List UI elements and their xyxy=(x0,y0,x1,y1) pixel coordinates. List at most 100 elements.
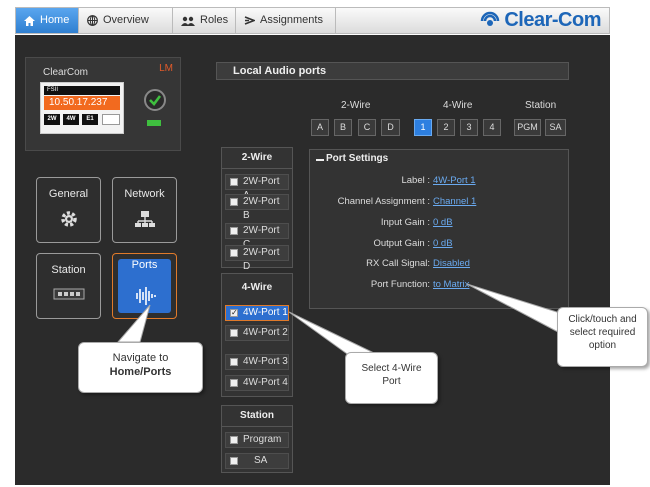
setting-value-link[interactable]: 4W-Port 1 xyxy=(433,175,476,186)
callout-select-4wire: Select 4-Wire Port xyxy=(345,352,438,404)
callout-click-touch-line2: select required xyxy=(569,327,636,338)
device-front-panel: FSII 10.50.17.237 2W 4W E1 xyxy=(40,82,124,134)
setting-value-link[interactable]: 0 dB xyxy=(433,238,453,249)
station-tile[interactable]: Station xyxy=(36,253,101,319)
port-settings-heading: Port Settings xyxy=(326,153,389,164)
port-item-2w-a[interactable]: 2W-Port A xyxy=(225,174,289,201)
four-wire-list-heading: 4-Wire xyxy=(241,282,273,293)
port-button-c[interactable]: C xyxy=(358,119,376,136)
device-ip: 10.50.17.237 xyxy=(44,96,120,110)
port-item-4w-4[interactable]: 4W-Port 4 xyxy=(225,375,289,391)
port-button-d[interactable]: D xyxy=(381,119,400,136)
device-button-2w: 2W xyxy=(44,114,60,125)
device-button-e1: E1 xyxy=(82,114,98,125)
station-list-heading: Station xyxy=(222,406,292,427)
port-button-b[interactable]: B xyxy=(334,119,352,136)
setting-key: Output Gain : xyxy=(373,238,430,249)
four-wire-port-list: 4-Wire ✓ 4W-Port 1 4W-Port 2 4W-Port 3 4W… xyxy=(221,273,293,397)
group-label-4wire: 4-Wire xyxy=(443,100,473,111)
port-button-pgm[interactable]: PGM xyxy=(514,119,541,136)
callout-navigate-line2: Home/Ports xyxy=(109,366,172,378)
setting-key: Port Function: xyxy=(370,279,430,290)
port-item-label: 4W-Port 1 xyxy=(243,307,288,318)
network-tile[interactable]: Network xyxy=(112,177,177,243)
port-button-2[interactable]: 2 xyxy=(437,119,455,136)
port-button-3[interactable]: 3 xyxy=(460,119,478,136)
port-item-program[interactable]: Program xyxy=(225,432,289,448)
callout-click-touch-line1: Click/touch and xyxy=(568,314,637,325)
general-tile-label: General xyxy=(48,188,89,200)
connection-plug-icon xyxy=(147,120,161,126)
setting-value-link[interactable]: to Matrix xyxy=(433,279,469,290)
port-item-label: SA xyxy=(254,455,268,466)
port-item-label: 4W-Port 2 xyxy=(243,327,288,338)
tab-overview[interactable]: Overview xyxy=(79,8,173,33)
ports-tile[interactable]: Ports xyxy=(112,253,177,319)
tab-home[interactable]: Home xyxy=(16,8,79,33)
checkbox-checked[interactable]: ✓ xyxy=(230,309,238,317)
checkbox[interactable] xyxy=(230,379,238,387)
tab-home-label: Home xyxy=(40,14,70,26)
setting-value-link[interactable]: Channel 1 xyxy=(433,196,476,207)
port-item-2w-b[interactable]: 2W-Port B xyxy=(225,194,289,221)
station-icon xyxy=(53,288,84,300)
port-button-1[interactable]: 1 xyxy=(414,119,432,136)
group-label-station: Station xyxy=(525,100,557,111)
tab-roles[interactable]: Roles xyxy=(173,8,236,33)
tab-roles-label: Roles xyxy=(200,14,229,26)
device-button-4w: 4W xyxy=(63,114,79,125)
status-check-icon xyxy=(144,89,166,111)
port-item-sa[interactable]: SA xyxy=(225,453,289,469)
setting-row-rx-call: RX Call Signal: Disabled xyxy=(310,258,570,272)
setting-row-label: Label :4W-Port 1 xyxy=(310,175,570,189)
port-item-2w-d[interactable]: 2W-Port D xyxy=(225,245,289,272)
tab-assignments-label: Assignments xyxy=(260,14,323,26)
top-nav: Home Overview Roles Assignments Clear-Co… xyxy=(15,7,610,34)
setting-row-port-function: Port Function: to Matrix xyxy=(310,279,570,293)
port-button-4[interactable]: 4 xyxy=(483,119,501,136)
two-wire-list-heading: 2-Wire xyxy=(222,148,292,169)
callout-navigate: Navigate to Home/Ports xyxy=(78,342,203,393)
checkbox[interactable] xyxy=(230,249,238,257)
brand-logo: Clear-Com xyxy=(479,8,601,33)
checkbox[interactable] xyxy=(230,227,238,235)
collapse-icon[interactable] xyxy=(316,156,324,164)
setting-row-input-gain: Input Gain :0 dB xyxy=(310,217,570,231)
port-item-label: Program xyxy=(243,434,282,445)
checkbox[interactable] xyxy=(230,436,238,444)
checkbox[interactable] xyxy=(230,198,238,206)
callout-navigate-line1: Navigate to xyxy=(112,352,169,364)
port-item-4w-2[interactable]: 4W-Port 2 xyxy=(225,325,289,341)
users-icon xyxy=(181,16,195,26)
brand-name: Clear-Com xyxy=(504,9,601,31)
setting-value-link[interactable]: 0 dB xyxy=(433,217,453,228)
port-button-a[interactable]: A xyxy=(311,119,329,136)
port-item-4w-3[interactable]: 4W-Port 3 xyxy=(225,354,289,370)
device-card[interactable]: ClearCom LM FSII 10.50.17.237 2W 4W E1 xyxy=(25,57,181,151)
globe-icon xyxy=(87,15,98,26)
callout-click-touch: Click/touch and select required option xyxy=(557,307,648,367)
checkbox[interactable] xyxy=(230,457,238,465)
audio-waveform-icon xyxy=(135,287,156,305)
setting-value-link[interactable]: Disabled xyxy=(433,258,470,269)
tab-overview-label: Overview xyxy=(103,14,149,26)
device-badge: LM xyxy=(159,63,173,74)
local-audio-ports-header: Local Audio ports xyxy=(216,62,569,80)
port-item-4w-1[interactable]: ✓ 4W-Port 1 xyxy=(225,305,289,321)
checkbox[interactable] xyxy=(230,329,238,337)
checkbox[interactable] xyxy=(230,178,238,186)
general-tile[interactable]: General xyxy=(36,177,101,243)
port-item-2w-c[interactable]: 2W-Port C xyxy=(225,223,289,250)
port-item-label: 4W-Port 4 xyxy=(243,377,288,388)
checkbox[interactable] xyxy=(230,358,238,366)
callout-select-4wire-line2: Port xyxy=(382,376,401,387)
tab-assignments[interactable]: Assignments xyxy=(236,8,336,33)
port-item-label: 4W-Port 3 xyxy=(243,356,288,367)
port-button-sa[interactable]: SA xyxy=(545,119,566,136)
setting-key: RX Call Signal: xyxy=(366,258,430,269)
port-item-label: 2W-Port D xyxy=(243,247,280,272)
port-item-label: 2W-Port B xyxy=(243,196,280,221)
callout-click-touch-line3: option xyxy=(588,340,617,351)
group-label-2wire: 2-Wire xyxy=(341,100,371,111)
port-settings-panel: Port Settings Label :4W-Port 1 Channel A… xyxy=(309,149,569,309)
